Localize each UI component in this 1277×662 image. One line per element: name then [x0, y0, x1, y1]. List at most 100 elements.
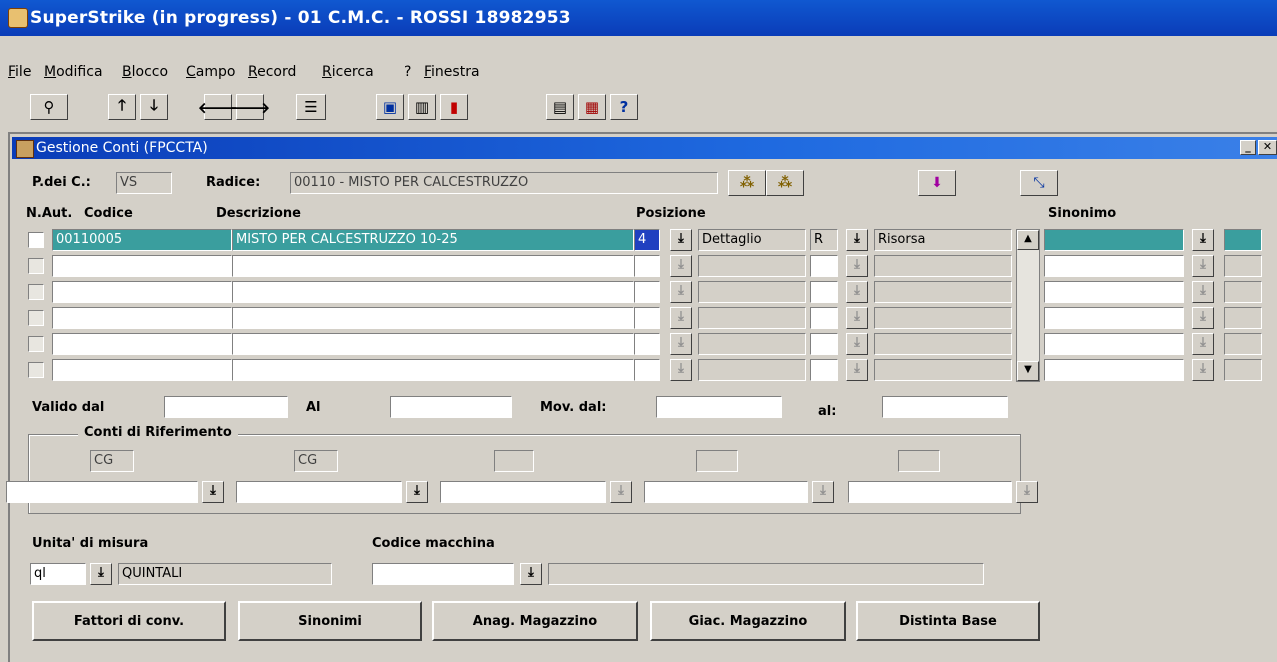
descrizione-field[interactable]: MISTO PER CALCESTRUZZO 10-25 — [232, 229, 634, 251]
codice-field[interactable] — [52, 307, 232, 329]
sinonimi-button[interactable]: Sinonimi — [238, 601, 422, 641]
al2-field[interactable] — [882, 396, 1008, 418]
conto-code-field[interactable] — [494, 450, 534, 472]
conto-field[interactable] — [440, 481, 606, 503]
risorsa-desc-field[interactable] — [874, 307, 1012, 329]
conto-lov-button[interactable]: ⤓ — [812, 481, 834, 503]
radice-field[interactable]: 00110 - MISTO PER CALCESTRUZZO — [290, 172, 718, 194]
paste-icon[interactable]: ▤ — [546, 94, 574, 120]
menu-blocco[interactable]: Blocco — [122, 64, 168, 80]
posizione-lov-button[interactable]: ⤓ — [670, 255, 692, 277]
sinonimo-lov-button[interactable]: ⤓ — [1192, 307, 1214, 329]
menu-modifica[interactable]: Modifica — [44, 64, 103, 80]
risorsa-lov-button[interactable]: ⤓ — [846, 255, 868, 277]
menu-finestra[interactable]: Finestra — [424, 64, 480, 80]
fattori-conv-button[interactable]: Fattori di conv. — [32, 601, 226, 641]
enter-query-icon[interactable]: ⚲ — [30, 94, 68, 120]
sinonimo-field[interactable] — [1044, 255, 1184, 277]
posizione-tipo-field[interactable] — [698, 333, 806, 355]
sinonimo-field[interactable] — [1044, 281, 1184, 303]
risorsa-lov-button[interactable]: ⤓ — [846, 333, 868, 355]
mov-dal-field[interactable] — [656, 396, 782, 418]
al-field[interactable] — [390, 396, 512, 418]
posizione-tipo-field[interactable] — [698, 255, 806, 277]
conto-code-field[interactable] — [696, 450, 738, 472]
close-icon[interactable]: ✕ — [1258, 140, 1277, 155]
sinonimo-extra-field[interactable] — [1224, 255, 1262, 277]
risorsa-lov-button[interactable]: ⤓ — [846, 281, 868, 303]
descrizione-field[interactable] — [232, 307, 634, 329]
tree-expand-icon[interactable]: ⁂ — [728, 170, 766, 196]
sinonimo-lov-button[interactable]: ⤓ — [1192, 333, 1214, 355]
risorsa-desc-field[interactable] — [874, 359, 1012, 381]
conto-code-field[interactable]: CG — [294, 450, 338, 472]
arrow-right-icon[interactable]: 🡒 — [230, 94, 270, 120]
naut-checkbox[interactable] — [28, 232, 44, 248]
arrow-down-icon[interactable]: 🡓 — [140, 94, 168, 120]
risorsa-code-field[interactable] — [810, 333, 838, 355]
risorsa-desc-field[interactable]: Risorsa — [874, 229, 1012, 251]
sinonimo-extra-field[interactable] — [1224, 281, 1262, 303]
codice-field[interactable] — [52, 359, 232, 381]
descrizione-field[interactable] — [232, 255, 634, 277]
scroll-up-icon[interactable]: ▲ — [1017, 230, 1039, 250]
anag-magazzino-button[interactable]: Anag. Magazzino — [432, 601, 638, 641]
conto-field[interactable] — [848, 481, 1012, 503]
list-icon[interactable]: ☰ — [296, 94, 326, 120]
posizione-num-field[interactable]: 4 — [634, 229, 660, 251]
naut-checkbox[interactable] — [28, 258, 44, 274]
sinonimo-field[interactable] — [1044, 333, 1184, 355]
clear-icon[interactable]: ▥ — [408, 94, 436, 120]
sinonimo-lov-button[interactable]: ⤓ — [1192, 281, 1214, 303]
posizione-lov-button[interactable]: ⤓ — [670, 229, 692, 251]
descrizione-field[interactable] — [232, 333, 634, 355]
giac-magazzino-button[interactable]: Giac. Magazzino — [650, 601, 846, 641]
codice-field[interactable] — [52, 281, 232, 303]
risorsa-desc-field[interactable] — [874, 281, 1012, 303]
posizione-num-field[interactable] — [634, 333, 660, 355]
minimize-icon[interactable]: _ — [1240, 140, 1256, 155]
unita-desc-field[interactable]: QUINTALI — [118, 563, 332, 585]
naut-checkbox[interactable] — [28, 310, 44, 326]
distinta-base-button[interactable]: Distinta Base — [856, 601, 1040, 641]
risorsa-lov-button[interactable]: ⤓ — [846, 307, 868, 329]
valido-dal-field[interactable] — [164, 396, 288, 418]
macchina-desc-field[interactable] — [548, 563, 984, 585]
conto-code-field[interactable]: CG — [90, 450, 134, 472]
risorsa-desc-field[interactable] — [874, 255, 1012, 277]
posizione-lov-button[interactable]: ⤓ — [670, 359, 692, 381]
menu-ricerca[interactable]: Ricerca — [322, 64, 374, 80]
macchina-code-field[interactable] — [372, 563, 514, 585]
naut-checkbox[interactable] — [28, 362, 44, 378]
posizione-num-field[interactable] — [634, 359, 660, 381]
menu-file[interactable]: File — [8, 64, 31, 80]
posizione-num-field[interactable] — [634, 307, 660, 329]
help-icon[interactable]: ? — [610, 94, 638, 120]
sinonimo-lov-button[interactable]: ⤓ — [1192, 229, 1214, 251]
sinonimo-lov-button[interactable]: ⤓ — [1192, 359, 1214, 381]
conto-field[interactable] — [6, 481, 198, 503]
risorsa-code-field[interactable] — [810, 255, 838, 277]
conto-field[interactable] — [236, 481, 402, 503]
descrizione-field[interactable] — [232, 359, 634, 381]
posizione-tipo-field[interactable] — [698, 359, 806, 381]
conto-lov-button[interactable]: ⤓ — [1016, 481, 1038, 503]
conto-field[interactable] — [644, 481, 808, 503]
arrow-left-icon[interactable]: 🡐 — [198, 94, 238, 120]
unita-code-field[interactable]: ql — [30, 563, 86, 585]
risorsa-lov-button[interactable]: ⤓ — [846, 359, 868, 381]
unita-lov-button[interactable]: ⤓ — [90, 563, 112, 585]
codice-field[interactable] — [52, 255, 232, 277]
risorsa-lov-button[interactable]: ⤓ — [846, 229, 868, 251]
sinonimo-field[interactable] — [1044, 359, 1184, 381]
save-icon[interactable]: ▣ — [376, 94, 404, 120]
descrizione-field[interactable] — [232, 281, 634, 303]
naut-checkbox[interactable] — [28, 284, 44, 300]
scroll-down-icon[interactable]: ▼ — [1017, 361, 1039, 381]
risorsa-code-field[interactable] — [810, 307, 838, 329]
naut-checkbox[interactable] — [28, 336, 44, 352]
hierarchy-icon[interactable]: ⤡ — [1020, 170, 1058, 196]
posizione-lov-button[interactable]: ⤓ — [670, 333, 692, 355]
filter-icon[interactable]: ⬇ — [918, 170, 956, 196]
sinonimo-field[interactable] — [1044, 229, 1184, 251]
